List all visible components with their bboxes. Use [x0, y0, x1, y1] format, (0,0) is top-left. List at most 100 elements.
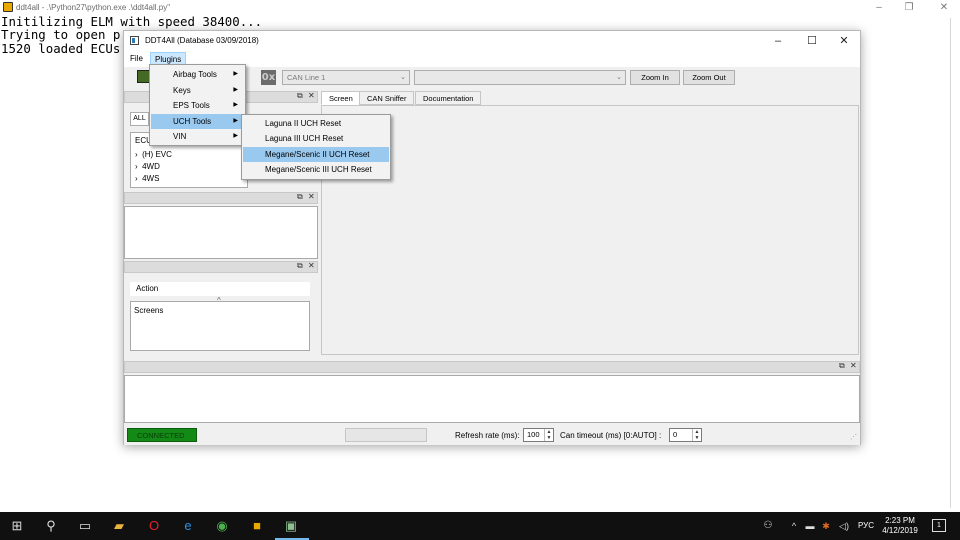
menu-file[interactable]: File — [126, 52, 147, 65]
screen-view[interactable] — [321, 105, 859, 355]
menu-item-megane-scenic-iii-uch-reset[interactable]: Megane/Scenic III UCH Reset — [243, 162, 389, 177]
volume-icon[interactable]: ◁) — [836, 518, 852, 534]
hex-mode-icon[interactable]: 0x — [261, 70, 276, 85]
taskbar: ⊞ ⚲ ▭ ▰ O e ◉ ■ ▣ ⚇ ^ ▬ ✱ ◁) РУС 2:23 PM… — [0, 512, 960, 540]
bottom-dock: ⧉ ✕ — [124, 361, 860, 423]
refresh-rate-spinbox[interactable]: 100 ▲ ▼ — [523, 428, 554, 442]
screens-tree[interactable]: Screens — [130, 301, 310, 351]
tab-documentation[interactable]: Documentation — [415, 91, 482, 105]
progress-field — [345, 428, 427, 442]
close-button[interactable]: ✕ — [830, 32, 858, 50]
menu-item-label: VIN — [173, 132, 187, 141]
opera-icon[interactable]: O — [146, 518, 162, 534]
menu-item-eps-tools[interactable]: EPS Tools ▶ — [151, 98, 244, 113]
edge-icon[interactable]: e — [180, 518, 196, 534]
plugins-menu: Airbag Tools ▶ Keys ▶ EPS Tools ▶ UCH Tools… — [149, 64, 246, 146]
bottom-dock-header: ⧉ ✕ — [124, 361, 860, 373]
tab-bar: Screen CAN Sniffer Documentation — [321, 91, 861, 105]
log-dock-header: ⧉ ✕ — [124, 192, 318, 204]
float-icon[interactable]: ⧉ — [297, 261, 303, 271]
connection-status-badge: CONNECTED — [127, 428, 197, 442]
battery-icon[interactable]: ▬ — [802, 518, 818, 534]
close-icon[interactable]: ✕ — [308, 261, 315, 270]
submenu-arrow-icon: ▶ — [233, 118, 238, 124]
close-icon[interactable]: ✕ — [308, 192, 315, 201]
spin-arrows-icon[interactable]: ▲ ▼ — [692, 429, 701, 441]
log-panel[interactable] — [124, 206, 318, 259]
minimize-icon[interactable]: – — [868, 1, 890, 15]
zoom-out-button[interactable]: Zoom Out — [683, 70, 735, 85]
tree-item[interactable]: › 4WS — [135, 174, 159, 183]
can-timeout-label: Can timeout (ms) [0:AUTO] : — [560, 431, 662, 440]
notification-count: 1 — [937, 522, 941, 529]
can-timeout-spinbox[interactable]: 0 ▲ ▼ — [669, 428, 702, 442]
menu-item-laguna-ii-uch-reset[interactable]: Laguna II UCH Reset — [243, 116, 389, 131]
menu-item-label: EPS Tools — [173, 101, 210, 110]
can-timeout-value: 0 — [673, 430, 678, 439]
submenu-arrow-icon: ▶ — [233, 87, 238, 93]
tree-item[interactable]: › (H) EVC — [135, 150, 172, 159]
python-app-icon — [3, 2, 13, 12]
console-scrollbar[interactable] — [950, 18, 951, 508]
chevron-down-icon: ⌄ — [400, 74, 406, 81]
tab-screen[interactable]: Screen — [321, 91, 361, 105]
uch-tools-submenu: Laguna II UCH Reset Laguna III UCH Reset… — [241, 114, 391, 180]
clock[interactable]: 2:23 PM 4/12/2019 — [875, 516, 925, 536]
status-bar: CONNECTED Refresh rate (ms): 100 ▲ ▼ Can … — [124, 425, 860, 445]
chevron-up-icon[interactable]: ^ — [786, 518, 802, 534]
submenu-arrow-icon: ▶ — [233, 71, 238, 77]
ddt4all-taskbar-icon[interactable]: ▣ — [283, 518, 299, 534]
resize-grip-icon[interactable]: ⋰ — [850, 433, 857, 441]
search-icon[interactable]: ⚲ — [43, 518, 59, 534]
network-icon[interactable]: ✱ — [818, 518, 834, 534]
chrome-icon[interactable]: ◉ — [214, 518, 230, 534]
python-app-icon[interactable]: ■ — [249, 518, 265, 534]
people-icon[interactable]: ⚇ — [760, 518, 776, 534]
action-header: Action — [130, 282, 310, 296]
can-line-select[interactable]: CAN Line 1 ⌄ — [282, 70, 410, 85]
language-indicator[interactable]: РУС — [858, 521, 874, 530]
float-icon[interactable]: ⧉ — [297, 91, 303, 101]
close-icon[interactable]: ✕ — [850, 361, 857, 370]
console-line: Initilizing ELM with speed 38400... — [1, 14, 263, 29]
log-dock: ⧉ ✕ — [124, 192, 320, 260]
menu-item-laguna-iii-uch-reset[interactable]: Laguna III UCH Reset — [243, 131, 389, 146]
minimize-button[interactable]: – — [764, 32, 792, 50]
menu-item-label: UCH Tools — [173, 117, 212, 126]
float-icon[interactable]: ⧉ — [839, 361, 845, 371]
ddt4all-icon — [130, 36, 139, 45]
maximize-button[interactable]: ☐ — [798, 32, 826, 50]
float-icon[interactable]: ⧉ — [297, 192, 303, 202]
action-center-icon[interactable]: 1 — [932, 519, 946, 532]
windows-start-icon[interactable]: ⊞ — [9, 518, 25, 534]
tab-can-sniffer[interactable]: CAN Sniffer — [359, 91, 415, 105]
menu-item-megane-scenic-ii-uch-reset[interactable]: Megane/Scenic II UCH Reset — [243, 147, 389, 162]
clock-date: 4/12/2019 — [882, 526, 918, 535]
restore-icon[interactable]: ❐ — [898, 1, 920, 15]
close-icon[interactable]: ✕ — [308, 91, 315, 100]
menu-item-label: Keys — [173, 86, 191, 95]
ecu-screen-select[interactable]: ⌄ — [414, 70, 626, 85]
zoom-in-button[interactable]: Zoom In — [630, 70, 680, 85]
menu-item-label: Airbag Tools — [173, 70, 217, 79]
spin-arrows-icon[interactable]: ▲ ▼ — [544, 429, 553, 441]
menu-item-airbag-tools[interactable]: Airbag Tools ▶ — [151, 67, 244, 82]
action-dock-header: ⧉ ✕ — [124, 261, 318, 273]
file-explorer-icon[interactable]: ▰ — [111, 518, 127, 534]
menu-item-uch-tools[interactable]: UCH Tools ▶ — [151, 114, 244, 129]
clock-time: 2:23 PM — [885, 516, 915, 525]
ecu-filter[interactable]: ALL — [130, 112, 149, 126]
output-panel[interactable] — [124, 375, 860, 423]
menu-item-vin[interactable]: VIN ▶ — [151, 129, 244, 144]
submenu-arrow-icon: ▶ — [233, 102, 238, 108]
action-dock: ⧉ ✕ Action ^ Screens — [124, 261, 320, 355]
menu-item-keys[interactable]: Keys ▶ — [151, 83, 244, 98]
tree-item-label: 4WS — [142, 174, 160, 183]
tree-item[interactable]: › 4WD — [135, 162, 160, 171]
refresh-rate-label: Refresh rate (ms): — [455, 431, 520, 440]
tree-item-label: 4WD — [142, 162, 160, 171]
close-icon[interactable]: ✕ — [933, 1, 955, 15]
task-view-icon[interactable]: ▭ — [77, 518, 93, 534]
can-line-value: CAN Line 1 — [287, 73, 326, 82]
app-titlebar[interactable]: DDT4All (Database 03/09/2018) – ☐ ✕ — [124, 31, 860, 50]
